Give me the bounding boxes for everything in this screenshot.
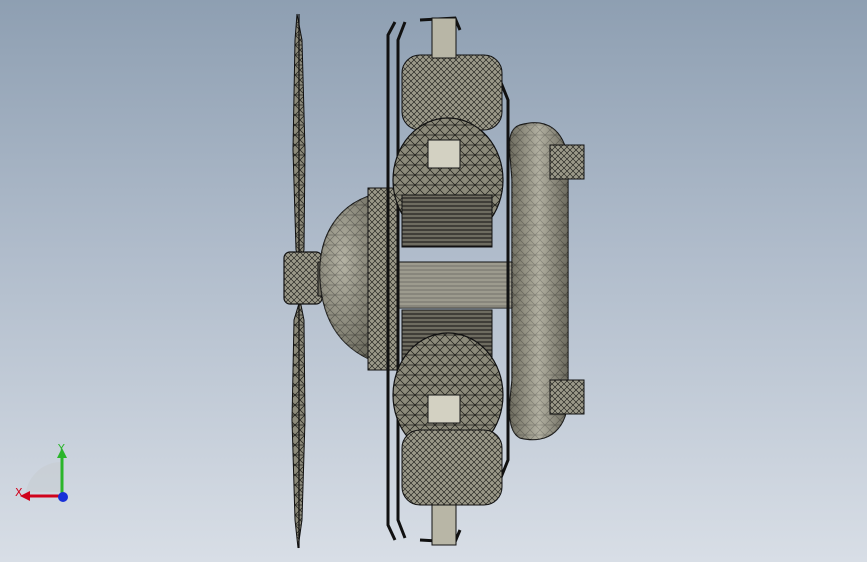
lower-cylinder[interactable] (392, 309, 504, 546)
graphics-viewport[interactable]: X Y (0, 0, 867, 562)
engine-model[interactable] (0, 0, 867, 562)
x-axis-label: X (15, 486, 23, 499)
propeller-hub (283, 251, 323, 305)
main-shaft[interactable] (397, 261, 519, 309)
crankcase-dome[interactable] (319, 187, 399, 371)
coordinate-triad: X Y (12, 440, 76, 510)
upper-cylinder[interactable] (392, 17, 504, 248)
y-axis-label: Y (58, 442, 65, 455)
triad-axes-icon (20, 448, 68, 502)
intake-duct[interactable] (508, 122, 585, 441)
